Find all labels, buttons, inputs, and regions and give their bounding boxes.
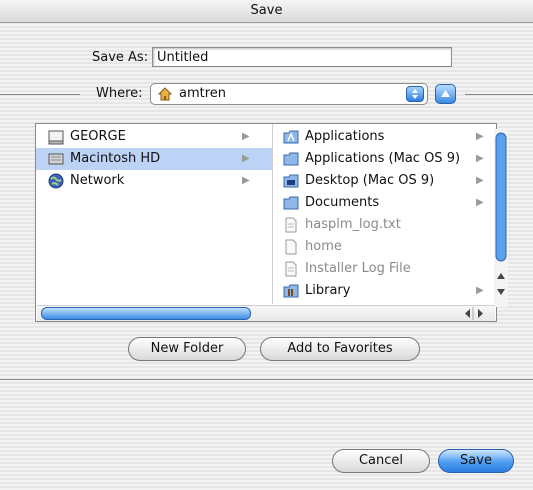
save-as-label: Save As:	[92, 50, 149, 65]
chevron-right-icon: ▶	[242, 153, 250, 164]
window-title: Save	[0, 0, 533, 23]
where-selected: amtren	[179, 86, 227, 101]
horizontal-scrollbar[interactable]	[37, 305, 495, 321]
chevron-right-icon: ▶	[476, 285, 484, 296]
new-folder-button[interactable]: New Folder	[128, 337, 246, 361]
file-item[interactable]: Applications ▶	[273, 126, 495, 148]
drive-icon	[48, 130, 64, 145]
divider-left	[0, 94, 80, 95]
file-item[interactable]: Library ▶	[273, 280, 495, 302]
where-popup[interactable]: amtren	[150, 83, 428, 105]
vertical-scrollbar[interactable]	[494, 129, 508, 307]
file-browser: GEORGE ▶ Macintosh HD ▶ Network ▶ Applic…	[35, 123, 508, 322]
chevron-right-icon: ▶	[242, 131, 250, 142]
chevron-right-icon: ▶	[242, 175, 250, 186]
file-label: home	[305, 239, 342, 254]
file-label: Library	[305, 283, 351, 298]
hard-disk-icon	[48, 153, 64, 165]
sidebar-column: GEORGE ▶ Macintosh HD ▶ Network ▶	[36, 124, 273, 304]
cancel-button[interactable]: Cancel	[332, 449, 430, 473]
file-item: home	[273, 236, 495, 258]
home-icon	[158, 87, 172, 101]
where-label: Where:	[96, 86, 143, 101]
divider-right	[465, 94, 533, 95]
triangle-up-icon	[441, 90, 450, 97]
scroll-arrows-icon[interactable]	[455, 307, 491, 320]
divider	[0, 379, 533, 380]
sidebar-item-george[interactable]: GEORGE ▶	[36, 126, 272, 148]
chevron-right-icon: ▶	[476, 131, 484, 142]
file-item: hasplm_log.txt	[273, 214, 495, 236]
file-item[interactable]: Desktop (Mac OS 9) ▶	[273, 170, 495, 192]
file-label: hasplm_log.txt	[305, 217, 401, 232]
chevron-right-icon: ▶	[476, 197, 484, 208]
sidebar-item-label: GEORGE	[70, 129, 126, 144]
file-label: Applications (Mac OS 9)	[305, 151, 461, 166]
folder-icon	[283, 196, 299, 210]
library-folder-icon	[283, 284, 299, 298]
file-item[interactable]: Applications (Mac OS 9) ▶	[273, 148, 495, 170]
popup-stepper-icon	[406, 86, 424, 102]
file-label: Documents	[305, 195, 380, 210]
document-icon	[285, 239, 297, 255]
add-to-favorites-button[interactable]: Add to Favorites	[260, 337, 420, 361]
save-button[interactable]: Save	[438, 449, 514, 473]
save-as-field[interactable]: Untitled	[152, 47, 452, 67]
sidebar-item-network[interactable]: Network ▶	[36, 170, 272, 192]
file-item[interactable]: Documents ▶	[273, 192, 495, 214]
desktop-folder-icon	[283, 174, 299, 188]
sidebar-item-label: Macintosh HD	[70, 151, 161, 166]
files-column: Applications ▶ Applications (Mac OS 9) ▶…	[273, 124, 495, 304]
scroll-thumb[interactable]	[41, 307, 251, 320]
file-label: Installer Log File	[305, 261, 411, 276]
chevron-right-icon: ▶	[476, 175, 484, 186]
chevron-right-icon: ▶	[476, 153, 484, 164]
sidebar-item-macintosh-hd[interactable]: Macintosh HD ▶	[36, 148, 272, 170]
file-item: Installer Log File	[273, 258, 495, 280]
network-globe-icon	[48, 173, 64, 189]
sidebar-item-label: Network	[70, 173, 125, 188]
applications-folder-icon	[283, 130, 299, 144]
document-icon	[285, 217, 297, 233]
folder-icon	[283, 152, 299, 166]
file-label: Applications	[305, 129, 385, 144]
collapse-button[interactable]	[435, 84, 456, 104]
file-label: Desktop (Mac OS 9)	[305, 173, 435, 188]
document-icon	[285, 261, 297, 277]
